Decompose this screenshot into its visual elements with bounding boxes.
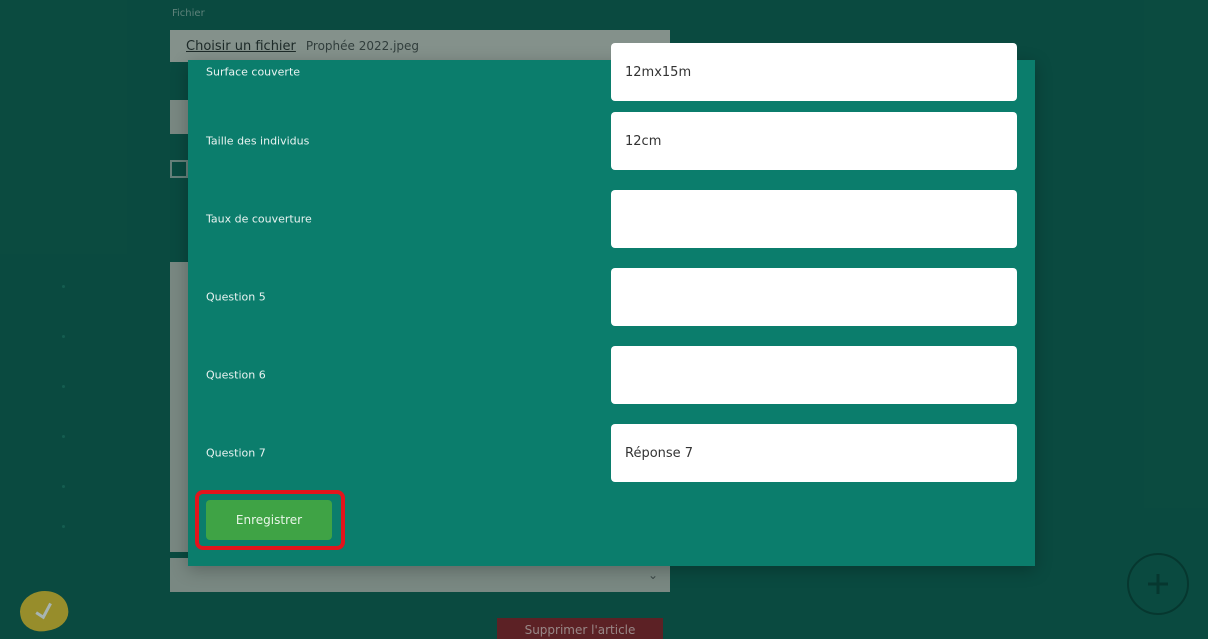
- field-label: Taille des individus: [206, 134, 310, 148]
- taille-input[interactable]: [611, 112, 1017, 170]
- taux-input[interactable]: [611, 190, 1017, 248]
- form-row-taille: Taille des individus: [188, 112, 1035, 170]
- form-row-surface: Surface couverte: [188, 43, 1035, 101]
- surface-input[interactable]: [611, 43, 1017, 101]
- save-button[interactable]: Enregistrer: [206, 500, 332, 540]
- form-row-taux: Taux de couverture: [188, 190, 1035, 248]
- field-label: Question 5: [206, 290, 266, 304]
- form-row-question-6: Question 6: [188, 346, 1035, 404]
- form-row-question-5: Question 5: [188, 268, 1035, 326]
- question-7-input[interactable]: [611, 424, 1017, 482]
- field-label: Question 7: [206, 446, 266, 460]
- field-label: Taux de couverture: [206, 212, 312, 226]
- form-row-question-7: Question 7: [188, 424, 1035, 482]
- field-label: Surface couverte: [206, 65, 301, 79]
- question-6-input[interactable]: [611, 346, 1017, 404]
- question-5-input[interactable]: [611, 268, 1017, 326]
- field-label: Question 6: [206, 368, 266, 382]
